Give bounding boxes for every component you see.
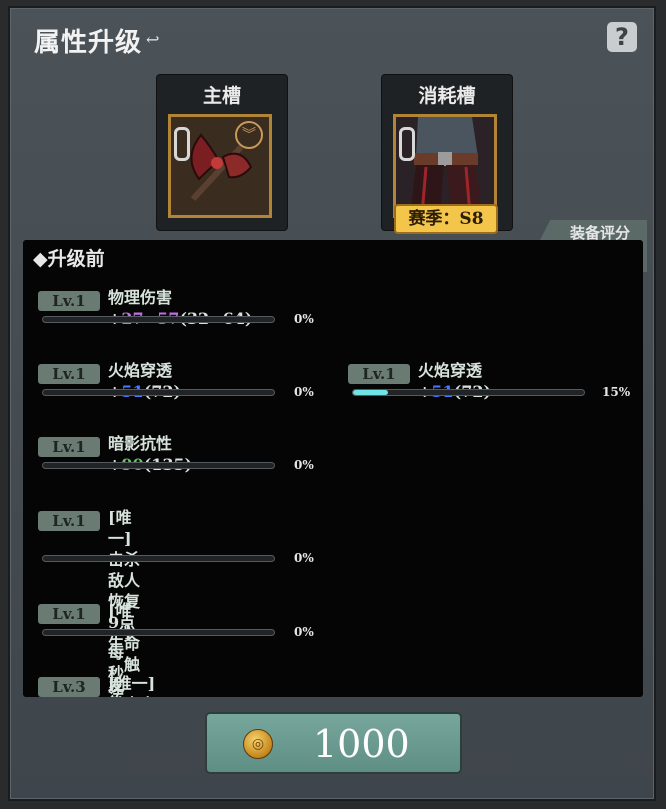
level-badge: Lv.1 [38, 291, 100, 311]
cost-value: 1000 [313, 722, 410, 766]
progress-percent: 0% [294, 458, 314, 472]
main-slot[interactable]: 主槽 ︾ [156, 74, 288, 231]
lock-chain-icon [399, 127, 415, 161]
level-badge: Lv.1 [38, 437, 100, 457]
level-badge: Lv.1 [38, 604, 100, 624]
level-badge: Lv.1 [348, 364, 410, 384]
progress-percent: 0% [294, 312, 314, 326]
level-badge: Lv.1 [38, 364, 100, 384]
question-mark-icon[interactable]: ? [607, 22, 637, 52]
progress-fill [353, 390, 388, 395]
consume-slot[interactable]: 消耗槽 赛季：S8 [381, 74, 513, 234]
progress-bar [42, 629, 275, 636]
arrow-icon: ↩ [146, 30, 160, 49]
stat-label: [唯一]暴击率100%及以上 [108, 674, 156, 697]
consume-slot-label: 消耗槽 [418, 85, 476, 107]
consume-slot-item[interactable] [393, 114, 497, 218]
progress-bar [42, 462, 275, 469]
main-slot-item[interactable]: ︾ [168, 114, 272, 218]
progress-bar [42, 389, 275, 396]
progress-bar [42, 316, 275, 323]
window-title: 属性升级 [34, 28, 143, 58]
rank-chevron-icon: ︾ [235, 121, 263, 149]
stats-panel[interactable]: ◆升级前 Lv.1 物理伤害 +27~57(32~64) 0% Lv.1 火焰穿… [23, 240, 643, 697]
upgrade-cost-button[interactable]: ◎ 1000 [205, 712, 462, 774]
gold-coin-icon: ◎ [243, 729, 273, 759]
progress-bar [42, 555, 275, 562]
season-badge: 赛季：S8 [394, 204, 498, 234]
progress-percent: 0% [294, 385, 314, 399]
lock-chain-icon [174, 127, 190, 161]
progress-percent: 0% [294, 625, 314, 639]
progress-percent: 15% [602, 385, 631, 399]
section-title: ◆升级前 [33, 248, 105, 270]
main-slot-label: 主槽 [202, 85, 241, 107]
progress-percent: 0% [294, 551, 314, 565]
level-badge: Lv.1 [38, 511, 100, 531]
progress-bar [352, 389, 585, 396]
level-badge: Lv.3 [38, 677, 100, 697]
